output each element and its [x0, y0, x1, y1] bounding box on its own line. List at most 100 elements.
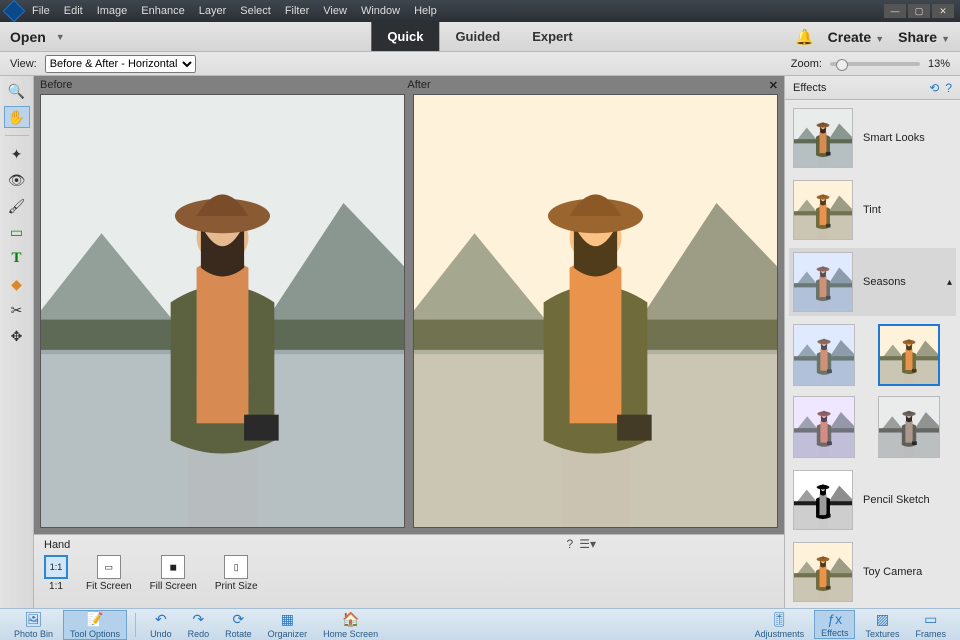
menu-image[interactable]: Image [97, 5, 128, 17]
straighten-tool[interactable]: ▭ [4, 221, 30, 243]
textures-button[interactable]: ▨Textures [859, 611, 905, 639]
effect-pencil-sketch[interactable]: Pencil Sketch [793, 470, 952, 530]
hand-tool[interactable]: ✋ [4, 106, 30, 128]
effect-toy-camera[interactable]: Toy Camera [793, 542, 952, 602]
menu-edit[interactable]: Edit [64, 5, 83, 17]
adjustments-button[interactable]: 🎚Adjustments [749, 611, 811, 639]
crop-tool[interactable]: ✂ [4, 299, 30, 321]
open-label: Open [10, 29, 46, 45]
share-label: Share [898, 29, 937, 45]
help-icon[interactable]: ? [567, 537, 574, 551]
after-label: After [401, 79, 768, 91]
reset-icon[interactable]: ⟲ [929, 81, 939, 95]
opt-label: Print Size [215, 581, 258, 592]
btn-label: Tool Options [70, 629, 120, 639]
zoom-label: Zoom: [791, 58, 822, 70]
effects-button[interactable]: ƒxEffects [814, 610, 855, 639]
frames-icon: ▭ [924, 611, 937, 628]
view-mode-select[interactable]: Before & After - Horizontal [45, 55, 196, 73]
menu-enhance[interactable]: Enhance [141, 5, 184, 17]
divider [5, 135, 29, 136]
bottom-bar: 🖼Photo Bin 📝Tool Options ↶Undo ↷Redo ⟳Ro… [0, 608, 960, 640]
effects-title: Effects [793, 82, 826, 94]
effect-thumb [793, 470, 853, 530]
frames-button[interactable]: ▭Frames [909, 611, 952, 639]
effects-panel: Effects ⟲ ? Smart Looks Tint Seasons ▴ [784, 76, 960, 608]
btn-label: Organizer [268, 629, 308, 639]
organizer-button[interactable]: ▦Organizer [262, 611, 314, 639]
btn-label: Effects [821, 628, 848, 638]
quick-select-tool[interactable]: ✦ [4, 143, 30, 165]
notifications-icon[interactable]: 🔔 [795, 28, 814, 46]
spot-heal-tool[interactable]: ◆ [4, 273, 30, 295]
mode-guided[interactable]: Guided [439, 22, 516, 51]
mode-quick[interactable]: Quick [371, 22, 439, 51]
fill-screen-option[interactable]: ◼Fill Screen [150, 555, 197, 592]
close-compare-button[interactable]: ✕ [769, 79, 784, 92]
seasons-variants [793, 324, 952, 458]
season-variant-4[interactable] [878, 396, 940, 458]
effect-smart-looks[interactable]: Smart Looks [793, 108, 952, 168]
opt-label: 1:1 [49, 581, 63, 592]
menu-layer[interactable]: Layer [199, 5, 227, 17]
menu-filter[interactable]: Filter [285, 5, 309, 17]
zoom-slider[interactable] [830, 62, 920, 66]
after-image[interactable] [413, 94, 778, 528]
effect-thumb [793, 542, 853, 602]
season-variant-1[interactable] [793, 324, 855, 386]
open-menu[interactable]: Open ▼ [10, 29, 65, 45]
textures-icon: ▨ [876, 611, 889, 628]
panel-help-icon[interactable]: ? [945, 81, 952, 95]
create-label: Create [828, 29, 872, 45]
undo-icon: ↶ [155, 611, 167, 628]
whiten-teeth-tool[interactable]: 🖌 [4, 195, 30, 217]
minimize-button[interactable]: — [884, 4, 906, 18]
share-menu[interactable]: Share▼ [898, 29, 950, 45]
view-options-bar: View: Before & After - Horizontal Zoom: … [0, 52, 960, 76]
titlebar: File Edit Image Enhance Layer Select Fil… [0, 0, 960, 22]
effect-seasons[interactable]: Seasons ▴ [789, 248, 956, 316]
divider [135, 613, 136, 637]
redo-button[interactable]: ↷Redo [182, 611, 216, 639]
menu-help[interactable]: Help [414, 5, 437, 17]
type-tool[interactable]: T [4, 247, 30, 269]
zoom-1to1-option[interactable]: 1:11:1 [44, 555, 68, 592]
photo-bin-button[interactable]: 🖼Photo Bin [8, 611, 59, 639]
rotate-button[interactable]: ⟳Rotate [219, 611, 258, 639]
effect-label: Toy Camera [863, 566, 952, 578]
menu-view[interactable]: View [323, 5, 347, 17]
zoom-tool[interactable]: 🔍 [4, 80, 30, 102]
move-tool[interactable]: ✥ [4, 325, 30, 347]
window-controls: — ▢ ✕ [884, 4, 954, 18]
tool-options-button[interactable]: 📝Tool Options [63, 610, 127, 640]
menu-window[interactable]: Window [361, 5, 400, 17]
mode-expert[interactable]: Expert [516, 22, 588, 51]
home-screen-button[interactable]: 🏠Home Screen [317, 611, 384, 639]
season-variant-3[interactable] [793, 396, 855, 458]
menu-file[interactable]: File [32, 5, 50, 17]
before-image[interactable] [40, 94, 405, 528]
fit-screen-option[interactable]: ▭Fit Screen [86, 555, 132, 592]
season-variant-2[interactable] [878, 324, 940, 386]
effect-tint[interactable]: Tint [793, 180, 952, 240]
btn-label: Textures [865, 629, 899, 639]
print-size-option[interactable]: ▯Print Size [215, 555, 258, 592]
adjustments-icon: 🎚 [770, 611, 788, 628]
maximize-button[interactable]: ▢ [908, 4, 930, 18]
close-button[interactable]: ✕ [932, 4, 954, 18]
create-menu[interactable]: Create▼ [828, 29, 885, 45]
menu-select[interactable]: Select [240, 5, 271, 17]
opt-label: Fill Screen [150, 581, 197, 592]
undo-button[interactable]: ↶Undo [144, 611, 178, 639]
rotate-icon: ⟳ [232, 611, 244, 628]
eye-tool[interactable]: 👁 [4, 169, 30, 191]
effects-icon: ƒx [827, 611, 842, 627]
btn-label: Home Screen [323, 629, 378, 639]
effect-thumb [793, 180, 853, 240]
chevron-up-icon: ▴ [947, 277, 952, 288]
btn-label: Adjustments [755, 629, 805, 639]
chevron-down-icon: ▼ [875, 34, 884, 44]
panel-menu-icon[interactable]: ☰▾ [579, 537, 596, 551]
effect-label: Tint [863, 204, 952, 216]
btn-label: Rotate [225, 629, 252, 639]
